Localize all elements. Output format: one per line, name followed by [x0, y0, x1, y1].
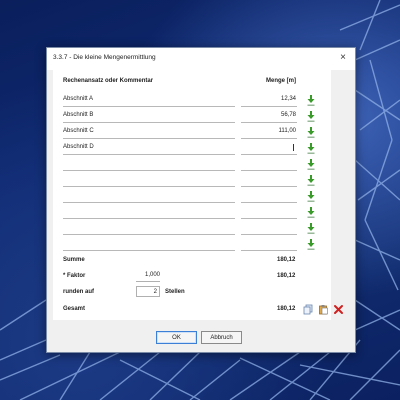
formula-underline [63, 186, 235, 187]
factor-result: 180,12 [277, 273, 296, 279]
formula-underline [63, 122, 235, 123]
round-digits-input[interactable]: 2 [136, 286, 160, 297]
delete-icon[interactable] [333, 304, 344, 315]
quantity-underline [241, 138, 297, 139]
quantity-underline [241, 202, 297, 203]
green-download-arrow-icon[interactable] [307, 95, 315, 107]
quantity-underline [241, 122, 297, 123]
formula-underline [63, 234, 235, 235]
quantity-input[interactable]: 111,00 [241, 128, 296, 134]
formula-underline [63, 106, 235, 107]
quantity-underline [241, 250, 297, 251]
green-download-arrow-icon[interactable] [307, 175, 315, 187]
quantity-underline [241, 154, 297, 155]
green-download-arrow-icon[interactable] [307, 239, 315, 251]
formula-underline [63, 218, 235, 219]
header-quantity: Menge [m] [266, 78, 296, 84]
green-download-arrow-icon[interactable] [307, 191, 315, 203]
formula-underline [63, 138, 235, 139]
quantity-input[interactable]: 56,78 [241, 112, 296, 118]
close-button[interactable]: × [335, 50, 351, 66]
formula-input[interactable]: Abschnitt D [63, 144, 94, 150]
formula-input[interactable]: Abschnitt C [63, 128, 94, 134]
quantity-underline [241, 186, 297, 187]
round-unit-label: Stellen [165, 289, 185, 295]
formula-underline [63, 154, 235, 155]
formula-underline [63, 202, 235, 203]
formula-underline [63, 250, 235, 251]
window-title: 3.3.7 - Die kleine Mengenermittlung [53, 54, 156, 61]
quantity-underline [241, 170, 297, 171]
green-download-arrow-icon[interactable] [307, 159, 315, 171]
sum-label: Summe [63, 257, 85, 263]
green-download-arrow-icon[interactable] [307, 223, 315, 235]
sum-value: 180,12 [277, 257, 296, 263]
title-bar: 3.3.7 - Die kleine Mengenermittlung × [47, 48, 355, 70]
header-formula: Rechenansatz oder Kommentar [63, 78, 154, 84]
copy-icon[interactable] [303, 304, 314, 315]
total-value: 180,12 [277, 306, 296, 312]
round-label: runden auf [63, 289, 94, 295]
quantity-underline [241, 234, 297, 235]
cancel-button[interactable]: Abbruch [201, 331, 242, 344]
green-download-arrow-icon[interactable] [307, 127, 315, 139]
quantity-calculation-dialog: 3.3.7 - Die kleine Mengenermittlung × Re… [46, 47, 356, 353]
green-download-arrow-icon[interactable] [307, 207, 315, 219]
content-panel: Rechenansatz oder Kommentar Menge [m] Ab… [53, 70, 343, 320]
factor-input[interactable]: 1,000 [136, 270, 160, 282]
green-download-arrow-icon[interactable] [307, 111, 315, 123]
factor-label: * Faktor [63, 273, 86, 279]
green-download-arrow-icon[interactable] [307, 143, 315, 155]
quantity-underline [241, 106, 297, 107]
text-cursor [293, 144, 294, 151]
total-label: Gesamt [63, 306, 86, 312]
formula-input[interactable]: Abschnitt B [63, 112, 93, 118]
formula-underline [63, 170, 235, 171]
quantity-input[interactable]: 12,34 [241, 96, 296, 102]
ok-button[interactable]: OK [156, 331, 197, 344]
quantity-underline [241, 218, 297, 219]
formula-input[interactable]: Abschnitt A [63, 96, 93, 102]
paste-icon[interactable] [318, 304, 329, 315]
